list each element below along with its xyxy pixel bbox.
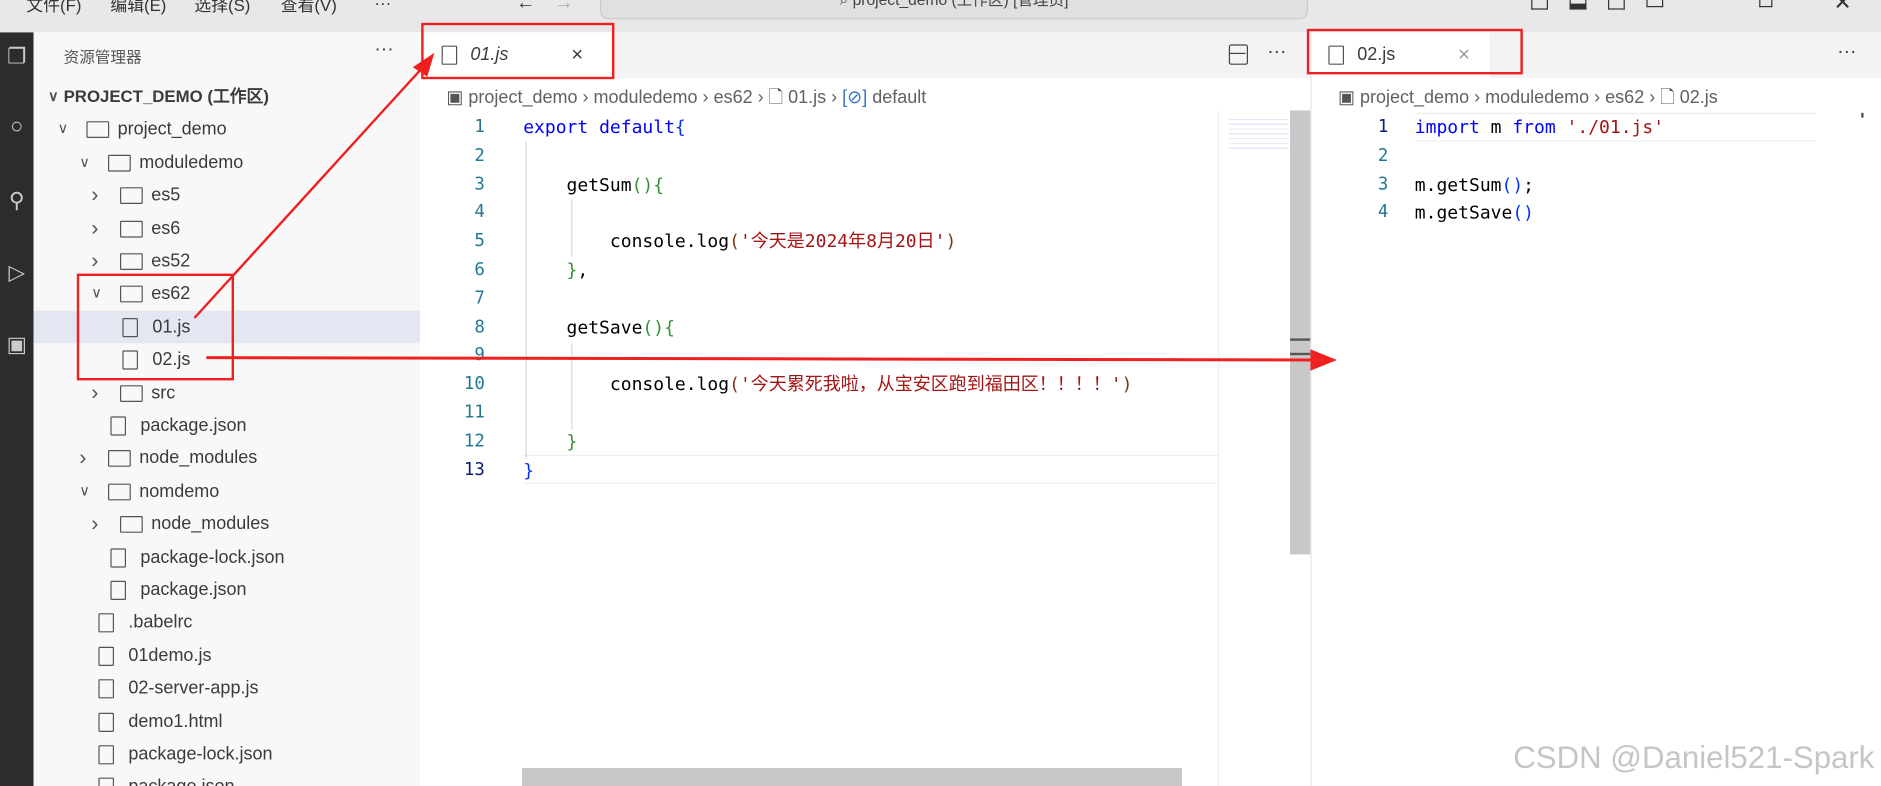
arrow-to-tab2 [206,356,1318,362]
watermark: CSDN @Daniel521-Spark [1513,739,1875,776]
arrowhead-icon [1310,349,1337,371]
annotation-arrows [193,52,1337,371]
arrow-to-tab1 [193,61,429,319]
